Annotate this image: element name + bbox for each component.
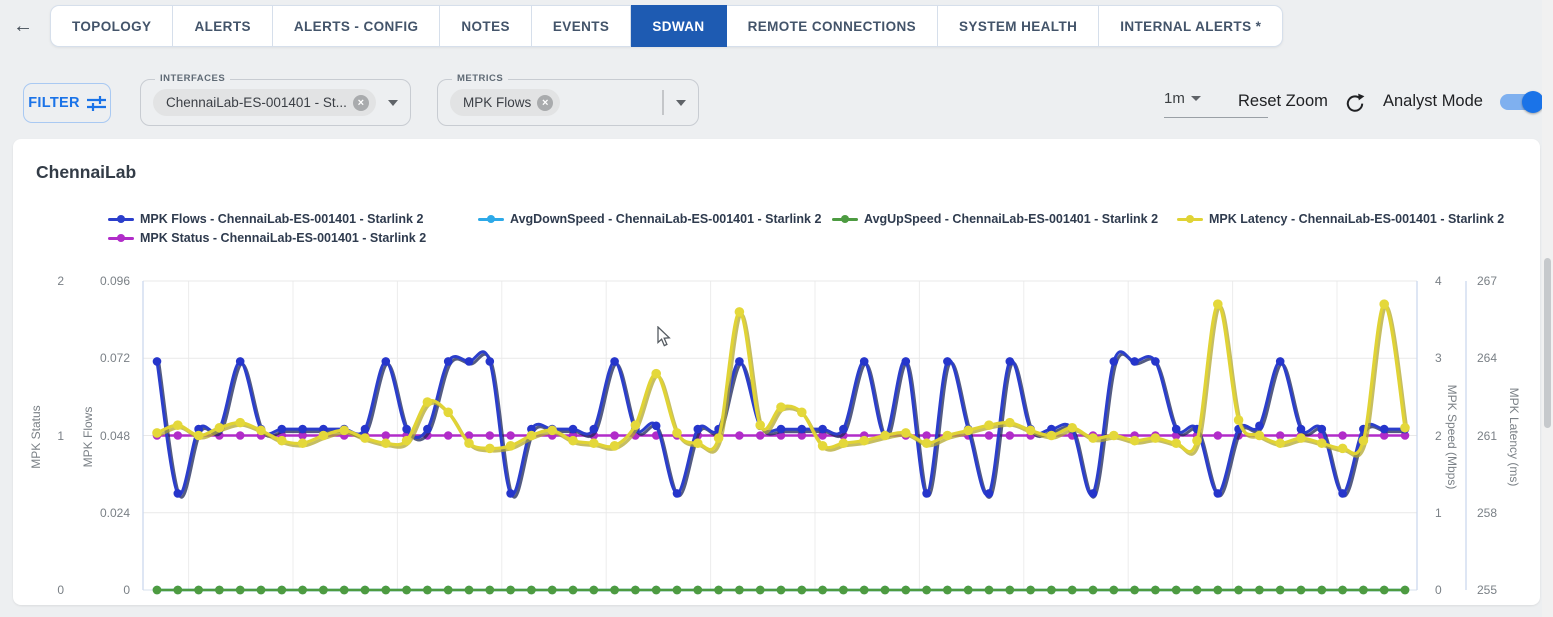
tick-right_outer-0: 267: [1477, 274, 1511, 288]
tick-right_outer-4: 255: [1477, 583, 1511, 597]
legend-label: MPK Latency - ChennaiLab-ES-001401 - Sta…: [1209, 212, 1504, 226]
reset-zoom-refresh-icon[interactable]: [1344, 91, 1366, 115]
tick-left_inner-4: 0: [88, 583, 130, 597]
axis-title-right_inner: MPK Speed (Mbps): [1445, 377, 1459, 497]
legend-item-4[interactable]: MPK Status - ChennaiLab-ES-001401 - Star…: [108, 231, 426, 245]
tab-events[interactable]: EVENTS: [532, 5, 631, 47]
scrollbar-thumb[interactable]: [1544, 258, 1551, 428]
tab-sdwan[interactable]: SDWAN: [631, 5, 726, 47]
chart-card: [13, 139, 1540, 605]
tick-left_inner-1: 0.072: [88, 351, 130, 365]
legend-marker-icon: [108, 214, 134, 224]
tune-icon: [87, 95, 106, 112]
metrics-chip-text: MPK Flows: [463, 95, 531, 110]
tick-left_inner-3: 0.024: [88, 506, 130, 520]
legend-marker-icon: [832, 214, 858, 224]
legend-item-1[interactable]: AvgDownSpeed - ChennaiLab-ES-001401 - St…: [478, 212, 821, 226]
axis-title-left_inner: MPK Flows: [81, 377, 95, 497]
metrics-chip-remove-icon[interactable]: ×: [537, 95, 553, 111]
interfaces-select[interactable]: INTERFACES ChennaiLab-ES-001401 - St... …: [140, 79, 411, 126]
metrics-select[interactable]: METRICS MPK Flows ×: [437, 79, 699, 126]
tab-system-health[interactable]: SYSTEM HEALTH: [938, 5, 1099, 47]
tab-topology[interactable]: TOPOLOGY: [50, 5, 173, 47]
legend-marker-icon: [478, 214, 504, 224]
interfaces-chip-text: ChennaiLab-ES-001401 - St...: [166, 95, 347, 110]
interfaces-chip[interactable]: ChennaiLab-ES-001401 - St... ×: [153, 89, 376, 116]
interfaces-label: INTERFACES: [155, 73, 230, 84]
tick-left_outer-1: 1: [40, 429, 64, 443]
tick-left_outer-0: 2: [40, 274, 64, 288]
analyst-mode-toggle-knob[interactable]: [1522, 91, 1544, 113]
interfaces-dropdown-arrow-icon[interactable]: [388, 100, 398, 106]
tick-left_inner-0: 0.096: [88, 274, 130, 288]
time-range-value: 1m: [1164, 90, 1185, 107]
legend-item-3[interactable]: MPK Latency - ChennaiLab-ES-001401 - Sta…: [1177, 212, 1504, 226]
interfaces-chip-remove-icon[interactable]: ×: [353, 95, 369, 111]
back-arrow-icon[interactable]: ←: [8, 12, 38, 40]
tick-right_inner-4: 0: [1435, 583, 1465, 597]
tick-right_outer-2: 261: [1477, 429, 1511, 443]
tab-remote-connections[interactable]: REMOTE CONNECTIONS: [727, 5, 938, 47]
legend-label: AvgUpSpeed - ChennaiLab-ES-001401 - Star…: [864, 212, 1158, 226]
metrics-label: METRICS: [452, 73, 508, 84]
tick-right_outer-3: 258: [1477, 506, 1511, 520]
metrics-dropdown-arrow-icon[interactable]: [676, 100, 686, 106]
legend-item-2[interactable]: AvgUpSpeed - ChennaiLab-ES-001401 - Star…: [832, 212, 1158, 226]
tick-left_outer-2: 0: [40, 583, 64, 597]
metrics-chip[interactable]: MPK Flows ×: [450, 89, 560, 116]
tick-right_inner-1: 3: [1435, 351, 1465, 365]
filter-button-label: FILTER: [28, 95, 79, 111]
legend-item-0[interactable]: MPK Flows - ChennaiLab-ES-001401 - Starl…: [108, 212, 423, 226]
tab-alerts-config[interactable]: ALERTS - CONFIG: [273, 5, 441, 47]
chart-title: ChennaiLab: [36, 162, 136, 183]
tick-right_outer-1: 264: [1477, 351, 1511, 365]
metrics-text-caret: [662, 90, 664, 115]
legend-label: AvgDownSpeed - ChennaiLab-ES-001401 - St…: [510, 212, 821, 226]
tab-bar: TOPOLOGYALERTSALERTS - CONFIGNOTESEVENTS…: [50, 5, 1283, 47]
legend-marker-icon: [108, 233, 134, 243]
tab-alerts[interactable]: ALERTS: [173, 5, 272, 47]
legend-label: MPK Status - ChennaiLab-ES-001401 - Star…: [140, 231, 426, 245]
tab-notes[interactable]: NOTES: [440, 5, 532, 47]
sdwan-dashboard-page: ← TOPOLOGYALERTSALERTS - CONFIGNOTESEVEN…: [0, 0, 1553, 617]
legend-label: MPK Flows - ChennaiLab-ES-001401 - Starl…: [140, 212, 423, 226]
tab-internal-alerts[interactable]: INTERNAL ALERTS *: [1099, 5, 1283, 47]
scrollbar-track[interactable]: [1542, 0, 1553, 617]
legend-marker-icon: [1177, 214, 1203, 224]
filter-button[interactable]: FILTER: [23, 83, 111, 123]
axis-title-left_outer: MPK Status: [29, 377, 43, 497]
axis-title-right_outer: MPK Latency (ms): [1507, 377, 1521, 497]
tick-right_inner-3: 1: [1435, 506, 1465, 520]
analyst-mode-toggle[interactable]: [1500, 94, 1542, 110]
reset-zoom-button[interactable]: Reset Zoom: [1238, 92, 1328, 111]
tick-right_inner-0: 4: [1435, 274, 1465, 288]
time-range-underline: [1164, 117, 1268, 118]
time-range-arrow-icon: [1191, 96, 1201, 101]
analyst-mode-label: Analyst Mode: [1383, 92, 1483, 111]
